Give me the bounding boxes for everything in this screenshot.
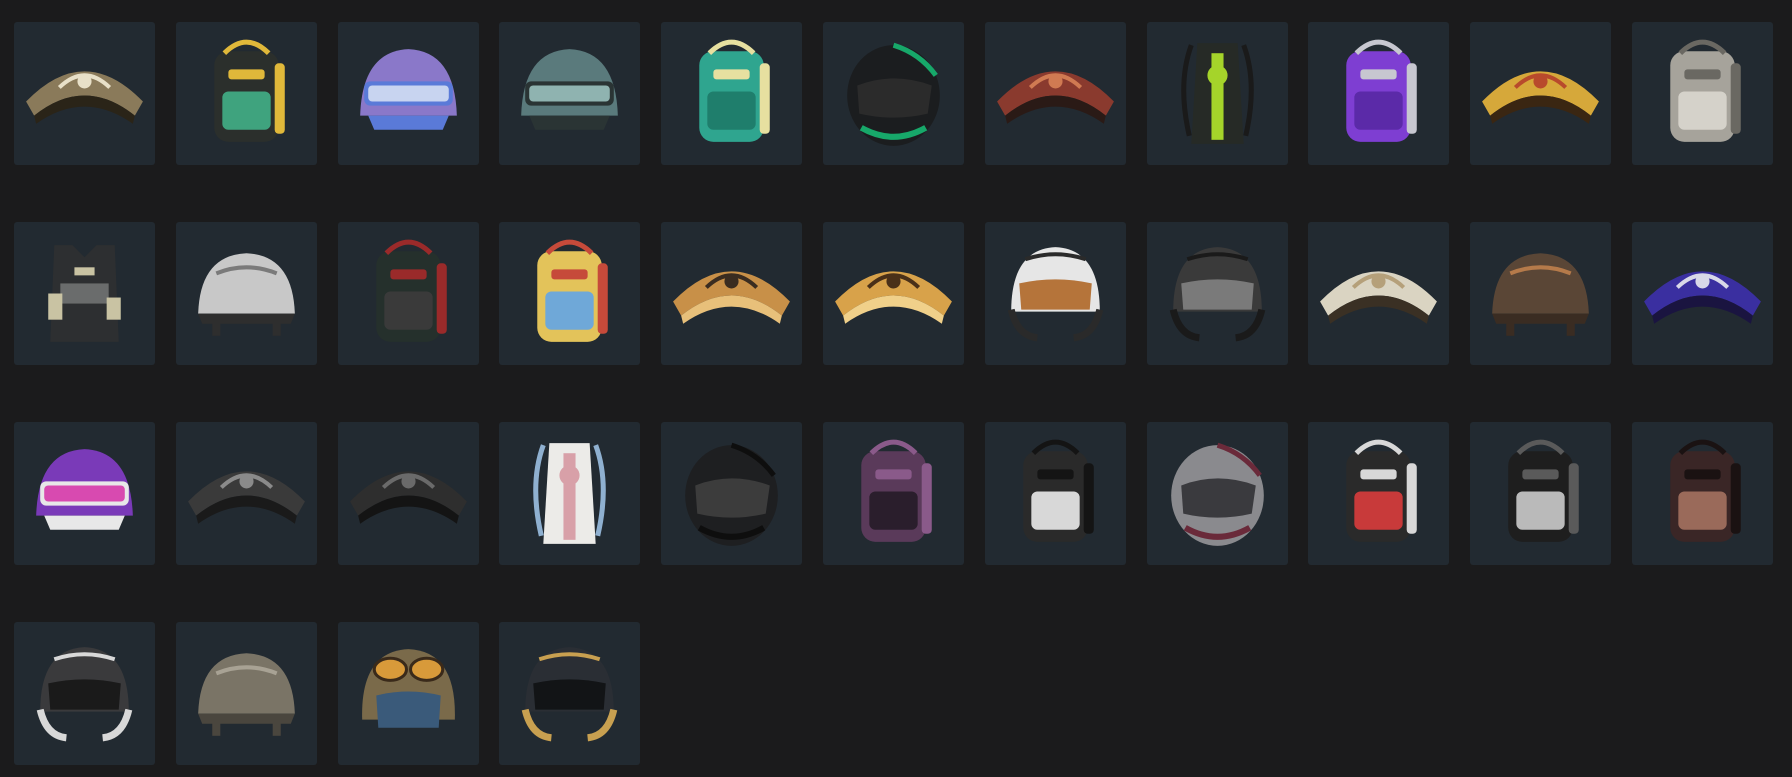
- helmet-icon: [198, 653, 295, 736]
- vest-icon: [48, 245, 121, 342]
- parachute-icon: [188, 471, 305, 524]
- backpack-icon: [1346, 439, 1417, 542]
- item-tile-parachute[interactable]: [14, 22, 155, 165]
- item-tile-aviator-helmet[interactable]: [338, 622, 479, 765]
- helmet-icon: [362, 649, 455, 728]
- item-tile-backpack[interactable]: [1632, 22, 1773, 165]
- parachute-icon: [350, 471, 467, 524]
- helmet-icon: [1492, 253, 1589, 336]
- backpack-icon: [1181, 43, 1254, 144]
- parachute-icon: [1320, 271, 1437, 324]
- backpack-icon: [1670, 439, 1741, 542]
- parachute-icon: [1644, 271, 1761, 324]
- helmet-icon: [521, 49, 618, 130]
- parachute-icon: [673, 271, 790, 324]
- item-tile-parachute[interactable]: [1632, 222, 1773, 365]
- item-tile-backpack[interactable]: [1470, 422, 1611, 565]
- item-tile-vest-pack[interactable]: [499, 422, 640, 565]
- backpack-icon: [1346, 39, 1417, 142]
- item-tile-vest-pack[interactable]: [1147, 22, 1288, 165]
- backpack-icon: [699, 39, 770, 142]
- item-tile-open-helmet[interactable]: [499, 622, 640, 765]
- item-tile-moto-helmet[interactable]: [823, 22, 964, 165]
- helmet-icon: [198, 253, 295, 336]
- motorcycle-helmet-icon: [36, 647, 133, 742]
- item-tile-parachute[interactable]: [1308, 222, 1449, 365]
- item-tile-backpack[interactable]: [338, 222, 479, 365]
- motorcycle-helmet-icon: [685, 442, 778, 546]
- backpack-icon: [1023, 439, 1094, 542]
- motorcycle-helmet-icon: [1007, 247, 1104, 342]
- item-tile-backpack[interactable]: [985, 422, 1126, 565]
- item-tile-backpack[interactable]: [823, 422, 964, 565]
- item-tile-helmet-visor[interactable]: [499, 22, 640, 165]
- item-tile-backpack[interactable]: [1308, 22, 1449, 165]
- item-tile-vest[interactable]: [14, 222, 155, 365]
- item-tile-helmet[interactable]: [176, 622, 317, 765]
- item-tile-parachute[interactable]: [1470, 22, 1611, 165]
- backpack-icon: [533, 443, 606, 544]
- backpack-icon: [1670, 39, 1741, 142]
- parachute-icon: [997, 71, 1114, 124]
- item-tile-parachute[interactable]: [823, 222, 964, 365]
- parachute-icon: [26, 71, 143, 124]
- item-tile-backpack[interactable]: [1632, 422, 1773, 565]
- backpack-icon: [214, 39, 285, 142]
- item-tile-open-helmet[interactable]: [1147, 222, 1288, 365]
- item-tile-moto-helmet[interactable]: [1147, 422, 1288, 565]
- item-tile-open-helmet[interactable]: [14, 622, 155, 765]
- item-tile-helmet-visor[interactable]: [338, 22, 479, 165]
- backpack-icon: [1508, 439, 1579, 542]
- item-tile-helmet[interactable]: [176, 222, 317, 365]
- item-tile-parachute[interactable]: [661, 222, 802, 365]
- item-tile-parachute[interactable]: [176, 422, 317, 565]
- item-tile-backpack[interactable]: [661, 22, 802, 165]
- item-grid: [0, 0, 1792, 777]
- item-tile-helmet-visor[interactable]: [14, 422, 155, 565]
- motorcycle-helmet-icon: [847, 42, 940, 146]
- item-tile-helmet[interactable]: [1470, 222, 1611, 365]
- helmet-icon: [36, 449, 133, 530]
- item-tile-open-helmet[interactable]: [985, 222, 1126, 365]
- backpack-icon: [376, 239, 447, 342]
- item-tile-moto-helmet[interactable]: [661, 422, 802, 565]
- item-tile-parachute[interactable]: [338, 422, 479, 565]
- helmet-icon: [360, 49, 457, 130]
- item-tile-backpack[interactable]: [1308, 422, 1449, 565]
- item-tile-backpack[interactable]: [499, 222, 640, 365]
- backpack-icon: [861, 439, 932, 542]
- motorcycle-helmet-icon: [1169, 247, 1266, 342]
- motorcycle-helmet-icon: [521, 647, 618, 742]
- item-tile-backpack[interactable]: [176, 22, 317, 165]
- item-tile-parachute[interactable]: [985, 22, 1126, 165]
- backpack-icon: [537, 239, 608, 342]
- parachute-icon: [835, 271, 952, 324]
- motorcycle-helmet-icon: [1171, 442, 1264, 546]
- parachute-icon: [1482, 71, 1599, 124]
